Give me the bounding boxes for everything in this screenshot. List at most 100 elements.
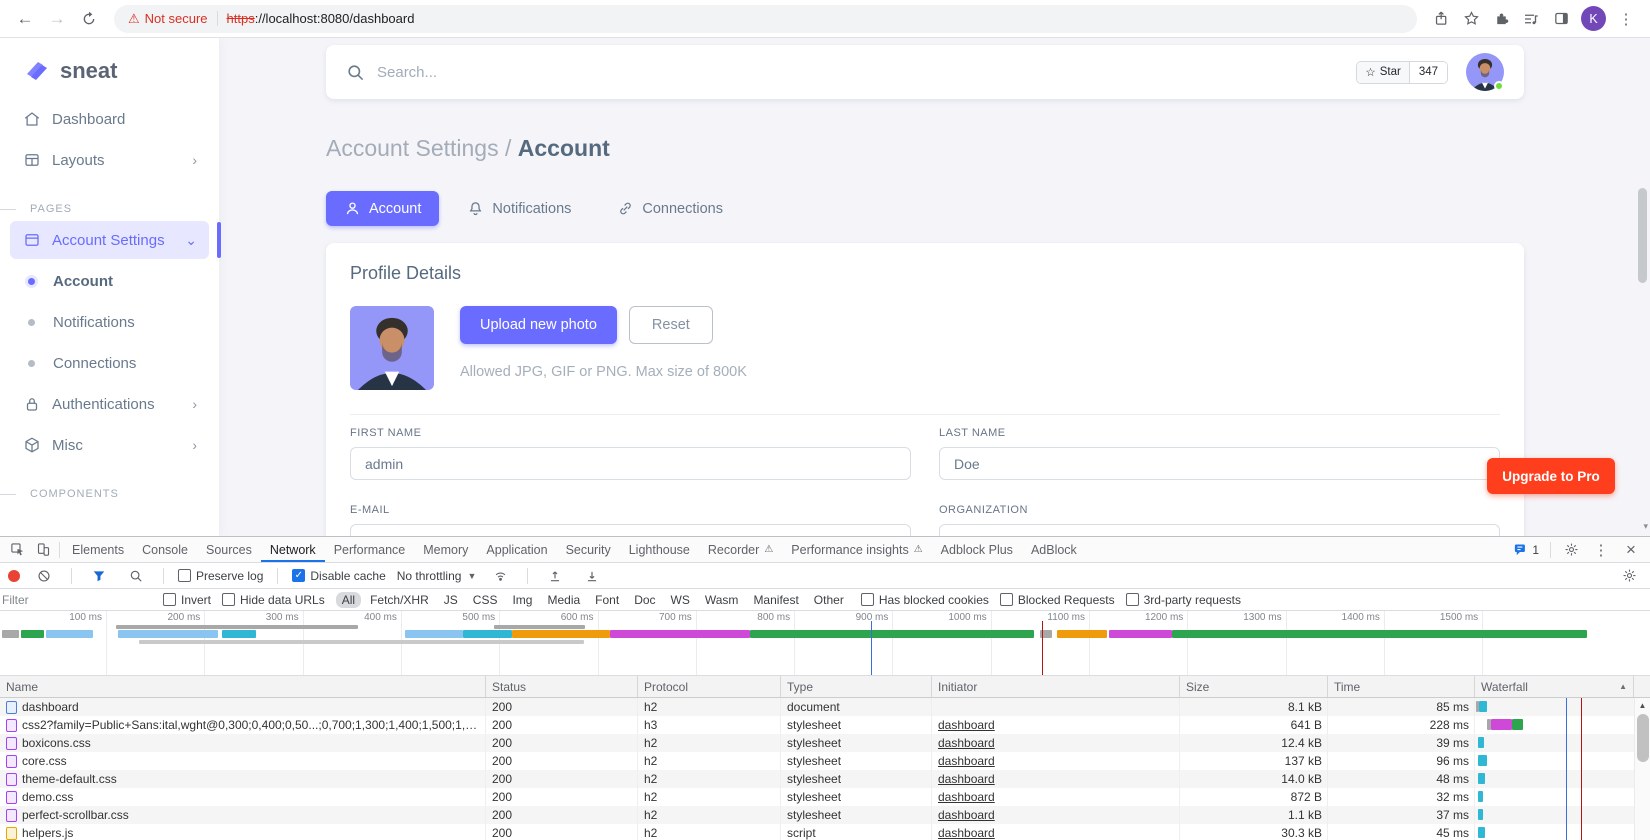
checkbox-unchecked[interactable] <box>163 593 176 606</box>
filter-option-has-blocked-cookies[interactable]: Has blocked cookies <box>861 593 989 607</box>
column-header-protocol[interactable]: Protocol <box>638 676 781 697</box>
filter-chip-ws[interactable]: WS <box>665 592 696 608</box>
sidebar-item-authentications[interactable]: Authentications › <box>10 385 209 423</box>
initiator-link[interactable]: dashboard <box>938 736 995 750</box>
upload-photo-button[interactable]: Upload new photo <box>460 306 617 344</box>
preserve-log-option[interactable]: Preserve log <box>178 569 263 583</box>
devtools-tab-recorder[interactable]: Recorder⚠ <box>699 537 782 562</box>
devtools-tab-network[interactable]: Network <box>261 537 325 562</box>
network-request-row[interactable]: dashboard200h2document8.1 kB85 ms <box>0 698 1650 716</box>
devtools-tab-performance[interactable]: Performance <box>325 537 415 562</box>
browser-profile-avatar[interactable]: K <box>1581 6 1606 31</box>
network-request-row[interactable]: theme-default.css200h2stylesheetdashboar… <box>0 770 1650 788</box>
column-header-time[interactable]: Time <box>1328 676 1475 697</box>
filter-input[interactable] <box>2 593 152 607</box>
media-controls-button[interactable] <box>1517 5 1545 33</box>
sidebar-item-misc[interactable]: Misc › <box>10 426 209 464</box>
page-scrollbar[interactable]: ▾ <box>1635 38 1650 536</box>
filter-option-3rd-party-requests[interactable]: 3rd-party requests <box>1126 593 1241 607</box>
sidebar-item-notifications[interactable]: Notifications <box>10 303 209 341</box>
import-har-button[interactable] <box>542 564 568 588</box>
scrollbar-down-arrow[interactable]: ▾ <box>1643 521 1648 532</box>
hide-data-urls-option[interactable]: Hide data URLs <box>222 593 325 607</box>
checkbox-unchecked[interactable] <box>178 569 191 582</box>
filter-chip-wasm[interactable]: Wasm <box>699 592 745 608</box>
filter-chip-other[interactable]: Other <box>808 592 850 608</box>
invert-option[interactable]: Invert <box>163 593 211 607</box>
back-button[interactable]: ← <box>10 4 40 34</box>
filter-chip-font[interactable]: Font <box>589 592 625 608</box>
devtools-tab-lighthouse[interactable]: Lighthouse <box>620 537 699 562</box>
extensions-button[interactable] <box>1487 5 1515 33</box>
devtools-tab-memory[interactable]: Memory <box>414 537 477 562</box>
initiator-link[interactable]: dashboard <box>938 754 995 768</box>
network-conditions-button[interactable] <box>487 564 513 588</box>
inspect-element-icon[interactable] <box>4 538 30 562</box>
network-request-row[interactable]: helpers.js200h2scriptdashboard30.3 kB45 … <box>0 824 1650 840</box>
reload-button[interactable] <box>74 4 104 34</box>
devtools-close-button[interactable]: × <box>1618 538 1644 562</box>
network-request-row[interactable]: boxicons.css200h2stylesheetdashboard12.4… <box>0 734 1650 752</box>
scrollbar-thumb[interactable] <box>1638 188 1647 283</box>
export-har-button[interactable] <box>579 564 605 588</box>
devtools-tab-elements[interactable]: Elements <box>63 537 133 562</box>
network-overview-timeline[interactable]: 100 ms200 ms300 ms400 ms500 ms600 ms700 … <box>0 611 1650 676</box>
network-settings-button[interactable] <box>1616 564 1642 588</box>
devtools-menu-button[interactable]: ⋮ <box>1588 538 1614 562</box>
devtools-tab-performance-insights[interactable]: Performance insights⚠ <box>782 537 931 562</box>
sidebar-item-dashboard[interactable]: Dashboard <box>10 100 209 138</box>
sidebar-item-connections[interactable]: Connections <box>10 344 209 382</box>
search-input[interactable]: Search... <box>377 64 437 81</box>
column-header-initiator[interactable]: Initiator <box>932 676 1180 697</box>
first-name-field[interactable] <box>350 447 911 480</box>
throttling-dropdown[interactable]: No throttling ▼ <box>397 569 477 583</box>
devtools-tab-security[interactable]: Security <box>557 537 620 562</box>
user-avatar[interactable] <box>1466 53 1504 91</box>
brand-logo[interactable]: sneat <box>0 38 219 88</box>
filter-chip-manifest[interactable]: Manifest <box>747 592 804 608</box>
column-header-waterfall[interactable]: Waterfall▲ <box>1475 676 1634 697</box>
checkbox-unchecked[interactable] <box>1000 593 1013 606</box>
record-button[interactable] <box>8 570 20 582</box>
breadcrumb-parent[interactable]: Account Settings / <box>326 135 511 161</box>
devtools-tab-sources[interactable]: Sources <box>197 537 261 562</box>
reset-photo-button[interactable]: Reset <box>629 306 713 344</box>
scrollbar-thumb[interactable] <box>1637 714 1649 762</box>
network-request-row[interactable]: demo.css200h2stylesheetdashboard872 B32 … <box>0 788 1650 806</box>
filter-chip-css[interactable]: CSS <box>467 592 504 608</box>
upgrade-to-pro-button[interactable]: Upgrade to Pro <box>1487 458 1615 494</box>
filter-option-blocked-requests[interactable]: Blocked Requests <box>1000 593 1115 607</box>
filter-chip-img[interactable]: Img <box>506 592 538 608</box>
last-name-field[interactable] <box>939 447 1500 480</box>
filter-chip-js[interactable]: JS <box>438 592 464 608</box>
initiator-link[interactable]: dashboard <box>938 772 995 786</box>
initiator-link[interactable]: dashboard <box>938 826 995 840</box>
devtools-tab-adblock-plus[interactable]: Adblock Plus <box>932 537 1022 562</box>
filter-chip-fetch-xhr[interactable]: Fetch/XHR <box>364 592 435 608</box>
disable-cache-option[interactable]: ✓ Disable cache <box>292 569 385 583</box>
initiator-link[interactable]: dashboard <box>938 808 995 822</box>
email-field[interactable] <box>350 524 911 536</box>
initiator-link[interactable]: dashboard <box>938 718 995 732</box>
network-search-button[interactable] <box>123 564 149 588</box>
tab-account[interactable]: Account <box>326 191 439 226</box>
devtools-settings-button[interactable] <box>1558 538 1584 562</box>
issues-counter[interactable]: 1 <box>1509 542 1543 557</box>
column-header-status[interactable]: Status <box>486 676 638 697</box>
tab-connections[interactable]: Connections <box>599 191 741 226</box>
checkbox-unchecked[interactable] <box>1126 593 1139 606</box>
sidebar-item-account[interactable]: Account <box>10 262 209 300</box>
checkbox-unchecked[interactable] <box>861 593 874 606</box>
network-request-row[interactable]: perfect-scrollbar.css200h2stylesheetdash… <box>0 806 1650 824</box>
organization-field[interactable] <box>939 524 1500 536</box>
scrollbar-up-arrow[interactable]: ▲ <box>1635 698 1650 712</box>
side-panel-button[interactable] <box>1547 5 1575 33</box>
devtools-tab-console[interactable]: Console <box>133 537 197 562</box>
device-toolbar-icon[interactable] <box>30 538 56 562</box>
filter-toggle-button[interactable] <box>86 564 112 588</box>
bookmark-button[interactable] <box>1457 5 1485 33</box>
filter-chip-media[interactable]: Media <box>541 592 586 608</box>
checkbox-checked[interactable]: ✓ <box>292 569 305 582</box>
forward-button[interactable]: → <box>42 4 72 34</box>
checkbox-unchecked[interactable] <box>222 593 235 606</box>
